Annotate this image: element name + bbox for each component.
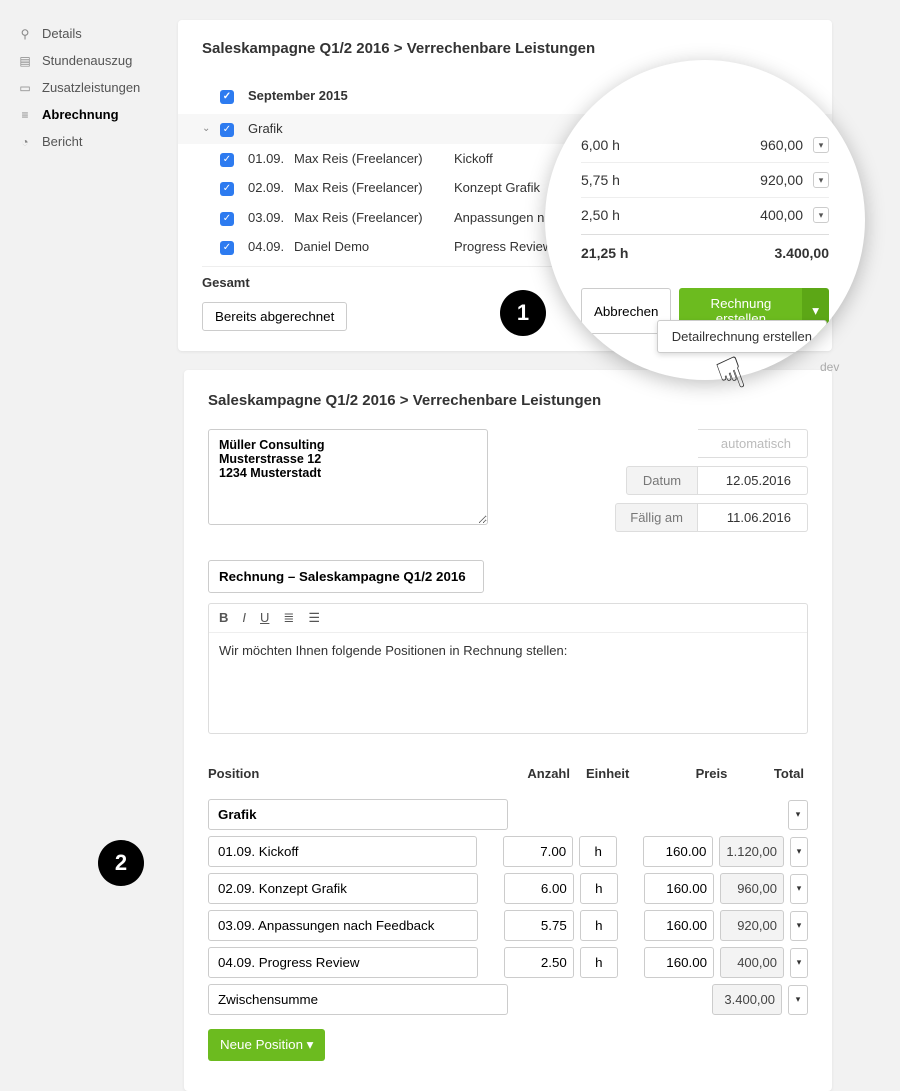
bold-button[interactable]: B	[219, 610, 228, 626]
checkbox-entry[interactable]: ✓	[220, 182, 234, 196]
row-menu[interactable]: ▾	[813, 207, 829, 223]
position-group-row: ▾	[208, 799, 808, 830]
chart-icon: ◔	[18, 135, 32, 149]
row-menu[interactable]: ▾	[790, 948, 808, 978]
position-unit[interactable]	[580, 947, 618, 978]
position-row: 400,00 ▾	[208, 947, 808, 978]
zoom-row: 6,00 h960,00▾	[581, 128, 829, 162]
row-menu[interactable]: ▾	[788, 800, 808, 830]
sidebar-item-stundenauszug[interactable]: ▤Stundenauszug	[18, 47, 168, 74]
sidebar-item-bericht[interactable]: ◔Bericht	[18, 128, 168, 155]
subtotal-label[interactable]	[208, 984, 508, 1015]
italic-button[interactable]: I	[242, 610, 246, 626]
position-price[interactable]	[644, 910, 714, 941]
position-row: 960,00 ▾	[208, 873, 808, 904]
detail-invoice-menu-item[interactable]: Detailrechnung erstellen	[657, 320, 827, 353]
sidebar-item-abrechnung[interactable]: ≡Abrechnung	[18, 101, 168, 128]
date-field[interactable]: 12.05.2016	[698, 466, 808, 495]
position-desc[interactable]	[208, 836, 477, 867]
checkbox-entry[interactable]: ✓	[220, 153, 234, 167]
checkbox-entry[interactable]: ✓	[220, 241, 234, 255]
sidebar-item-zusatzleistungen[interactable]: ▭Zusatzleistungen	[18, 74, 168, 101]
row-menu[interactable]: ▾	[790, 837, 808, 867]
breadcrumb: Saleskampagne Q1/2 2016 > Verrechenbare …	[202, 40, 808, 57]
file-icon: ▤	[18, 54, 32, 68]
due-field[interactable]: 11.06.2016	[698, 503, 808, 532]
checkbox-month[interactable]: ✓	[220, 90, 234, 104]
position-price[interactable]	[643, 836, 713, 867]
already-billed-button[interactable]: Bereits abgerechnet	[202, 302, 347, 331]
checkbox-entry[interactable]: ✓	[220, 212, 234, 226]
position-price[interactable]	[644, 947, 714, 978]
position-total: 960,00	[720, 873, 784, 904]
positions-header: Position Anzahl Einheit Preis Total	[208, 766, 808, 781]
step-badge-1: 1	[500, 290, 546, 336]
position-qty[interactable]	[503, 836, 573, 867]
zoom-total: 21,25 h3.400,00	[581, 234, 829, 270]
position-row: 920,00 ▾	[208, 910, 808, 941]
position-unit[interactable]	[579, 836, 617, 867]
position-desc[interactable]	[208, 947, 478, 978]
chevron-down-icon[interactable]: ⌄	[202, 123, 220, 134]
subject-input[interactable]	[208, 560, 484, 593]
position-total: 1.120,00	[719, 836, 784, 867]
sidebar: ⚲Details ▤Stundenauszug ▭Zusatzleistunge…	[18, 20, 178, 351]
ordered-list-button[interactable]: ☰	[308, 610, 320, 626]
bullet-list-button[interactable]: ≣	[283, 610, 294, 626]
position-price[interactable]	[644, 873, 714, 904]
zoom-row: 2,50 h400,00▾	[581, 197, 829, 232]
position-desc[interactable]	[208, 873, 478, 904]
position-qty[interactable]	[504, 873, 574, 904]
position-total: 400,00	[720, 947, 784, 978]
dev-label: dev	[820, 360, 839, 374]
position-unit[interactable]	[580, 873, 618, 904]
new-position-button[interactable]: Neue Position ▾	[208, 1029, 325, 1061]
subtotal-row: 3.400,00 ▾	[208, 984, 808, 1015]
position-qty[interactable]	[504, 910, 574, 941]
search-icon: ⚲	[18, 27, 32, 41]
editor: B I U ≣ ☰ Wir möchten Ihnen folgende Pos…	[208, 603, 808, 734]
row-menu[interactable]: ▾	[788, 985, 808, 1015]
zoom-row: 5,75 h920,00▾	[581, 162, 829, 197]
zoom-lens: 6,00 h960,00▾5,75 h920,00▾2,50 h400,00▾ …	[545, 60, 865, 380]
sidebar-item-details[interactable]: ⚲Details	[18, 20, 168, 47]
step-badge-2: 2	[98, 840, 144, 886]
invoice-panel: Saleskampagne Q1/2 2016 > Verrechenbare …	[184, 370, 832, 1091]
position-unit[interactable]	[580, 910, 618, 941]
row-menu[interactable]: ▾	[790, 874, 808, 904]
group-name-input[interactable]	[208, 799, 508, 830]
underline-button[interactable]: U	[260, 610, 269, 626]
card-icon: ▭	[18, 81, 32, 95]
breadcrumb-2: Saleskampagne Q1/2 2016 > Verrechenbare …	[208, 392, 808, 409]
address-textarea[interactable]	[208, 429, 488, 525]
position-qty[interactable]	[504, 947, 574, 978]
position-row: 1.120,00 ▾	[208, 836, 808, 867]
checkbox-group[interactable]: ✓	[220, 123, 234, 137]
position-total: 920,00	[720, 910, 784, 941]
row-menu[interactable]: ▾	[790, 911, 808, 941]
list-icon: ≡	[18, 108, 32, 122]
auto-number: automatisch	[698, 429, 808, 458]
row-menu[interactable]: ▾	[813, 137, 829, 153]
row-menu[interactable]: ▾	[813, 172, 829, 188]
subtotal-value: 3.400,00	[712, 984, 782, 1015]
editor-body[interactable]: Wir möchten Ihnen folgende Positionen in…	[209, 633, 807, 733]
position-desc[interactable]	[208, 910, 478, 941]
